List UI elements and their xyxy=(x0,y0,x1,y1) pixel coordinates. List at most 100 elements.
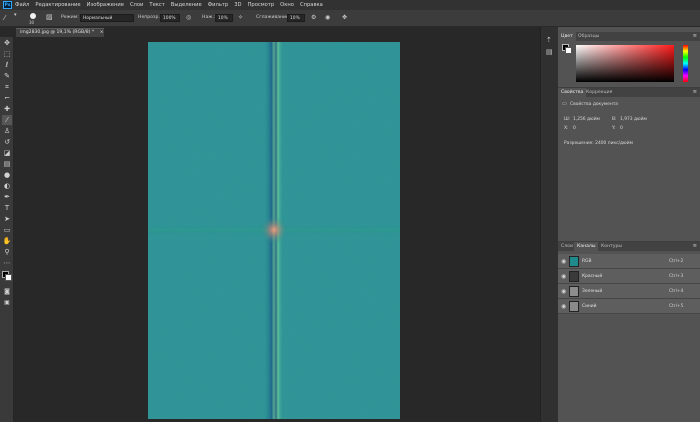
document-tab[interactable]: img2830.jpg @ 19,1% (RGB/8) * × xyxy=(16,28,104,37)
tab-paths[interactable]: Контуры xyxy=(598,242,625,251)
tab-color[interactable]: Цвет xyxy=(558,32,576,41)
screen-mode-icon[interactable]: ▣ xyxy=(2,298,12,308)
menu-filter[interactable]: Фильтр xyxy=(208,2,229,8)
flow-input[interactable]: 10% xyxy=(215,14,233,22)
resolution-text: Разрешение: 2400 пикс/дюйм xyxy=(564,141,633,146)
eyedropper-tool-icon[interactable]: ⌐ xyxy=(2,93,12,103)
channel-name: RGB xyxy=(582,259,592,264)
color-panel-background-swatch[interactable] xyxy=(565,47,572,54)
history-brush-icon[interactable]: ↺ xyxy=(2,137,12,147)
dodge-tool-icon[interactable]: ◐ xyxy=(2,181,12,191)
menu-3d[interactable]: 3D xyxy=(234,2,241,8)
quick-select-tool-icon[interactable]: ✎ xyxy=(2,71,12,81)
channel-row-red[interactable]: ◉ Красный Ctrl+3 xyxy=(558,269,700,284)
panel-menu-icon[interactable]: ≡ xyxy=(693,242,697,251)
marquee-tool-icon[interactable]: ⬚ xyxy=(2,49,12,59)
smoothing-input[interactable]: 10% xyxy=(287,14,305,22)
channels-panel: Слои Каналы Контуры ≡ ◉ RGB Ctrl+2 ◉ Кра… xyxy=(558,241,700,351)
panel-menu-icon[interactable]: ≡ xyxy=(693,32,697,41)
opacity-input[interactable]: 100% xyxy=(160,14,180,22)
close-icon[interactable]: × xyxy=(100,30,104,35)
menu-file[interactable]: Файл xyxy=(15,2,29,8)
path-select-tool-icon[interactable]: ➤ xyxy=(2,214,12,224)
actions-panel-icon[interactable]: ▤ xyxy=(546,48,553,56)
brush-panel-icon[interactable]: ▨ xyxy=(46,14,53,21)
gear-icon[interactable]: ⚙ xyxy=(311,14,316,21)
x-value[interactable]: 0 xyxy=(573,126,576,131)
move-tool-icon[interactable]: ✥ xyxy=(2,38,12,48)
document-tab-title: img2830.jpg @ 19,1% (RGB/8) * xyxy=(20,30,95,35)
options-bar: ⁄ ▾ 30 ▨ Режим: Нормальный Непрозр.: 100… xyxy=(0,10,700,27)
menu-edit[interactable]: Редактирование xyxy=(35,2,80,8)
menu-layers[interactable]: Слои xyxy=(130,2,143,8)
height-label: В: xyxy=(612,117,617,122)
channel-row-green[interactable]: ◉ Зеленый Ctrl+4 xyxy=(558,284,700,299)
more-tools-icon[interactable]: ⋯ xyxy=(2,258,12,268)
background-color-swatch[interactable] xyxy=(5,274,12,281)
menu-image[interactable]: Изображение xyxy=(87,2,124,8)
blur-tool-icon[interactable]: ● xyxy=(2,170,12,180)
menu-view[interactable]: Просмотр xyxy=(248,2,275,8)
eye-icon[interactable]: ◉ xyxy=(561,303,566,310)
tab-channels[interactable]: Каналы xyxy=(574,242,599,251)
document-icon: ▭ xyxy=(562,101,567,107)
right-dock: Цвет Образцы ≡ Свойства Коррекция ≡ ▭ Св… xyxy=(558,27,700,422)
channel-row-rgb[interactable]: ◉ RGB Ctrl+2 xyxy=(558,254,700,269)
channel-row-blue[interactable]: ◉ Синий Ctrl+5 xyxy=(558,299,700,314)
color-panel-tabs: Цвет Образцы ≡ xyxy=(558,32,700,41)
height-value[interactable]: 1,973 дюйм xyxy=(620,117,647,122)
saturation-brightness-field[interactable] xyxy=(576,45,674,82)
brush-preset-picker[interactable]: 30 xyxy=(27,13,39,25)
channel-thumbnail xyxy=(569,256,579,267)
brush-tool-icon[interactable]: ⁄ xyxy=(2,115,12,125)
healing-tool-icon[interactable]: ✚ xyxy=(2,104,12,114)
dropdown-caret-icon[interactable]: ▾ xyxy=(14,12,17,19)
menu-type[interactable]: Текст xyxy=(149,2,164,8)
menu-help[interactable]: Справка xyxy=(300,2,323,8)
pressure-opacity-icon[interactable]: ◎ xyxy=(186,14,191,21)
mode-select[interactable]: Нормальный xyxy=(80,14,134,22)
airbrush-icon[interactable]: ✧ xyxy=(238,14,243,21)
opacity-label: Непрозр.: xyxy=(138,15,162,20)
menu-select[interactable]: Выделение xyxy=(171,2,202,8)
zoom-tool-icon[interactable]: ⚲ xyxy=(2,247,12,257)
stamp-tool-icon[interactable]: ♙ xyxy=(2,126,12,136)
pen-tool-icon[interactable]: ✒ xyxy=(2,192,12,202)
properties-panel-tabs: Свойства Коррекция ≡ xyxy=(558,88,700,97)
history-panel-icon[interactable]: ⇡ xyxy=(546,36,552,44)
channel-name: Зеленый xyxy=(582,289,603,294)
type-tool-icon[interactable]: T xyxy=(2,203,12,213)
tab-adjustments[interactable]: Коррекция xyxy=(583,88,615,97)
y-label: Y: xyxy=(612,126,616,131)
document-tabs: img2830.jpg @ 19,1% (RGB/8) * × xyxy=(14,27,539,37)
fft-spectrum-image xyxy=(148,42,400,419)
symmetry-icon[interactable]: ✥ xyxy=(342,14,347,21)
brush-tip-icon xyxy=(30,13,36,19)
quick-mask-icon[interactable]: ◙ xyxy=(2,287,12,297)
channel-thumbnail xyxy=(569,286,579,297)
tab-swatches[interactable]: Образцы xyxy=(575,32,602,41)
eye-icon[interactable]: ◉ xyxy=(561,273,566,280)
eye-icon[interactable]: ◉ xyxy=(561,258,566,265)
x-label: X: xyxy=(564,126,569,131)
document-image[interactable] xyxy=(148,42,400,419)
hand-tool-icon[interactable]: ✋ xyxy=(2,236,12,246)
tools-panel: ✥ ⬚ ℓ ✎ ⌗ ⌐ ✚ ⁄ ♙ ↺ ◪ ▤ ● ◐ ✒ T ➤ ▭ ✋ ⚲ … xyxy=(0,37,14,422)
crop-tool-icon[interactable]: ⌗ xyxy=(2,82,12,92)
y-value[interactable]: 0 xyxy=(620,126,623,131)
channel-name: Красный xyxy=(582,274,603,279)
gradient-tool-icon[interactable]: ▤ xyxy=(2,159,12,169)
menu-window[interactable]: Окно xyxy=(280,2,294,8)
brush-tool-icon[interactable]: ⁄ xyxy=(4,15,5,22)
pressure-size-icon[interactable]: ◉ xyxy=(325,14,330,21)
width-value[interactable]: 1,256 дюйм xyxy=(573,117,600,122)
eye-icon[interactable]: ◉ xyxy=(561,288,566,295)
channel-thumbnail xyxy=(569,271,579,282)
photoshop-logo: Ps xyxy=(3,1,12,9)
hue-slider[interactable] xyxy=(683,45,688,82)
rectangle-tool-icon[interactable]: ▭ xyxy=(2,225,12,235)
panel-menu-icon[interactable]: ≡ xyxy=(693,88,697,97)
channel-shortcut: Ctrl+2 xyxy=(669,259,684,264)
lasso-tool-icon[interactable]: ℓ xyxy=(2,60,12,70)
eraser-tool-icon[interactable]: ◪ xyxy=(2,148,12,158)
